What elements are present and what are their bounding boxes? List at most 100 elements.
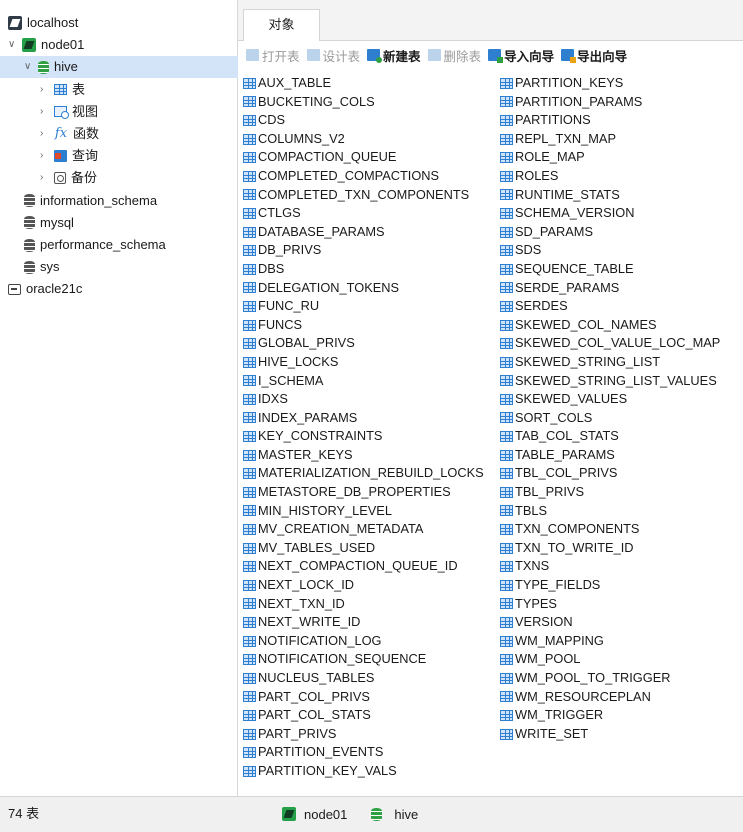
table-item[interactable]: SERDES <box>500 297 720 316</box>
import-wizard-button[interactable]: 导入向导 <box>488 46 554 65</box>
delete-table-button[interactable]: 删除表 <box>427 46 481 65</box>
table-item[interactable]: IDXS <box>243 390 484 409</box>
sidebar-item-localhost[interactable]: localhost <box>8 12 78 34</box>
table-item[interactable]: MV_TABLES_USED <box>243 539 484 558</box>
table-item[interactable]: DELEGATION_TOKENS <box>243 279 484 298</box>
table-item[interactable]: INDEX_PARAMS <box>243 409 484 428</box>
table-item[interactable]: WM_MAPPING <box>500 632 720 651</box>
table-item[interactable]: CDS <box>243 111 484 130</box>
table-item[interactable]: SORT_COLS <box>500 409 720 428</box>
table-item[interactable]: PARTITION_PARAMS <box>500 93 720 112</box>
table-item[interactable]: PART_PRIVS <box>243 725 484 744</box>
table-item[interactable]: WM_TRIGGER <box>500 706 720 725</box>
table-item[interactable]: FUNCS <box>243 316 484 335</box>
chevron-right-icon[interactable]: › <box>40 151 50 161</box>
sidebar-item-table[interactable]: › 表 <box>40 79 85 101</box>
sidebar-item-view[interactable]: › 视图 <box>40 101 98 123</box>
table-item[interactable]: CTLGS <box>243 204 484 223</box>
table-item[interactable]: DBS <box>243 260 484 279</box>
table-item[interactable]: PART_COL_PRIVS <box>243 688 484 707</box>
table-item[interactable]: TYPE_FIELDS <box>500 576 720 595</box>
table-item[interactable]: HIVE_LOCKS <box>243 353 484 372</box>
table-item[interactable]: KEY_CONSTRAINTS <box>243 427 484 446</box>
table-item[interactable]: DB_PRIVS <box>243 241 484 260</box>
table-item[interactable]: METASTORE_DB_PROPERTIES <box>243 483 484 502</box>
table-item[interactable]: TYPES <box>500 595 720 614</box>
table-item[interactable]: SCHEMA_VERSION <box>500 204 720 223</box>
table-item[interactable]: TABLE_PARAMS <box>500 446 720 465</box>
table-item[interactable]: TBL_COL_PRIVS <box>500 464 720 483</box>
table-item[interactable]: FUNC_RU <box>243 297 484 316</box>
table-item[interactable]: SD_PARAMS <box>500 223 720 242</box>
table-item[interactable]: NEXT_COMPACTION_QUEUE_ID <box>243 557 484 576</box>
tab-objects[interactable]: 对象 <box>243 9 320 41</box>
table-item[interactable]: TXN_TO_WRITE_ID <box>500 539 720 558</box>
sidebar-item-hive[interactable]: ∨ hive <box>0 56 260 79</box>
table-item[interactable]: ROLE_MAP <box>500 148 720 167</box>
table-item[interactable]: TBL_PRIVS <box>500 483 720 502</box>
sidebar-item-mysql[interactable]: mysql <box>24 212 74 234</box>
open-table-button[interactable]: 打开表 <box>246 46 300 65</box>
table-item[interactable]: COLUMNS_V2 <box>243 130 484 149</box>
table-item[interactable]: SKEWED_STRING_LIST <box>500 353 720 372</box>
table-item[interactable]: DATABASE_PARAMS <box>243 223 484 242</box>
chevron-right-icon[interactable]: › <box>40 84 50 95</box>
table-item[interactable]: SERDE_PARAMS <box>500 279 720 298</box>
new-table-button[interactable]: 新建表 <box>367 46 421 65</box>
table-item[interactable]: BUCKETING_COLS <box>243 93 484 112</box>
design-table-button[interactable]: 设计表 <box>306 46 360 65</box>
table-item[interactable]: AUX_TABLE <box>243 74 484 93</box>
table-item[interactable]: TXNS <box>500 557 720 576</box>
table-item[interactable]: NEXT_LOCK_ID <box>243 576 484 595</box>
table-item[interactable]: SDS <box>500 241 720 260</box>
table-item[interactable]: TAB_COL_STATS <box>500 427 720 446</box>
sidebar-item-oracle21c[interactable]: oracle21c <box>8 278 82 300</box>
table-item[interactable]: MATERIALIZATION_REBUILD_LOCKS <box>243 464 484 483</box>
export-wizard-button[interactable]: 导出向导 <box>561 46 627 65</box>
table-item[interactable]: COMPACTION_QUEUE <box>243 148 484 167</box>
table-item[interactable]: SKEWED_COL_VALUE_LOC_MAP <box>500 334 720 353</box>
table-item[interactable]: MASTER_KEYS <box>243 446 484 465</box>
table-item[interactable]: GLOBAL_PRIVS <box>243 334 484 353</box>
table-item[interactable]: SEQUENCE_TABLE <box>500 260 720 279</box>
table-item[interactable]: NEXT_WRITE_ID <box>243 613 484 632</box>
table-item[interactable]: WM_POOL <box>500 650 720 669</box>
sidebar-item-information-schema[interactable]: information_schema <box>24 190 157 212</box>
table-item[interactable]: NOTIFICATION_SEQUENCE <box>243 650 484 669</box>
table-item[interactable]: SKEWED_VALUES <box>500 390 720 409</box>
table-item[interactable]: ROLES <box>500 167 720 186</box>
sidebar-item-function[interactable]: › fx 函数 <box>40 123 99 145</box>
sidebar-item-node01[interactable]: ∨ node01 <box>8 34 84 56</box>
table-item[interactable]: REPL_TXN_MAP <box>500 130 720 149</box>
table-item[interactable]: NEXT_TXN_ID <box>243 595 484 614</box>
table-item[interactable]: NUCLEUS_TABLES <box>243 669 484 688</box>
sidebar-item-backup[interactable]: › 备份 <box>40 167 97 189</box>
table-item[interactable]: COMPLETED_TXN_COMPONENTS <box>243 186 484 205</box>
chevron-right-icon[interactable]: › <box>40 173 50 183</box>
table-item[interactable]: PARTITION_KEYS <box>500 74 720 93</box>
chevron-down-icon[interactable]: ∨ <box>24 62 34 72</box>
table-item[interactable]: NOTIFICATION_LOG <box>243 632 484 651</box>
table-item[interactable]: WM_POOL_TO_TRIGGER <box>500 669 720 688</box>
table-item[interactable]: TBLS <box>500 502 720 521</box>
table-item[interactable]: WM_RESOURCEPLAN <box>500 688 720 707</box>
sidebar-item-sys[interactable]: sys <box>24 256 60 278</box>
chevron-right-icon[interactable]: › <box>40 129 50 139</box>
table-item[interactable]: I_SCHEMA <box>243 372 484 391</box>
chevron-right-icon[interactable]: › <box>40 106 50 117</box>
table-item[interactable]: SKEWED_COL_NAMES <box>500 316 720 335</box>
table-item[interactable]: TXN_COMPONENTS <box>500 520 720 539</box>
sidebar-item-query[interactable]: › 查询 <box>40 145 98 167</box>
table-item[interactable]: PART_COL_STATS <box>243 706 484 725</box>
table-item[interactable]: PARTITION_EVENTS <box>243 743 484 762</box>
table-item[interactable]: COMPLETED_COMPACTIONS <box>243 167 484 186</box>
table-item[interactable]: PARTITION_KEY_VALS <box>243 762 484 781</box>
sidebar-item-performance-schema[interactable]: performance_schema <box>24 234 166 256</box>
table-item[interactable]: PARTITIONS <box>500 111 720 130</box>
table-item[interactable]: RUNTIME_STATS <box>500 186 720 205</box>
table-item[interactable]: VERSION <box>500 613 720 632</box>
table-item[interactable]: WRITE_SET <box>500 725 720 744</box>
table-item[interactable]: MIN_HISTORY_LEVEL <box>243 502 484 521</box>
table-item[interactable]: MV_CREATION_METADATA <box>243 520 484 539</box>
chevron-down-icon[interactable]: ∨ <box>8 40 18 50</box>
